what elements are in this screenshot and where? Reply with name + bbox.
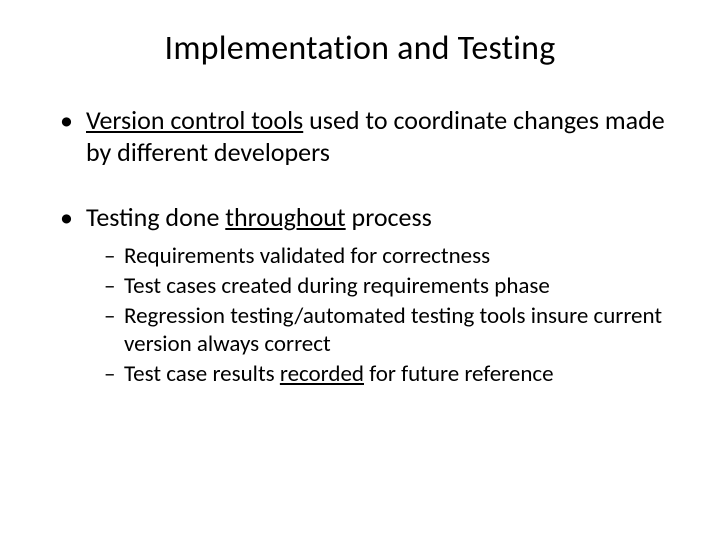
slide-title: Implementation and Testing — [50, 28, 670, 69]
sub-bullet-item: Requirements validated for correctness — [104, 242, 670, 270]
underlined-text: Version control tools — [86, 104, 303, 136]
sub-bullet-item: Test cases created during requirements p… — [104, 272, 670, 300]
sub-bullet-item: Regression testing/automated testing too… — [104, 302, 670, 358]
bullet-item: Version control tools used to coordinate… — [60, 105, 670, 168]
sub-bullet-text: for future reference — [364, 360, 554, 388]
underlined-text: throughout — [225, 201, 345, 233]
underlined-text: recorded — [280, 360, 364, 388]
sub-bullet-text: Test case results — [124, 360, 280, 388]
bullet-text: Testing done — [86, 201, 225, 233]
bullet-item: Testing done throughout process Requirem… — [60, 202, 670, 388]
slide: Implementation and Testing Version contr… — [0, 0, 720, 540]
bullet-text: process — [346, 201, 432, 233]
sub-bullet-list: Requirements validated for correctness T… — [86, 242, 670, 388]
sub-bullet-item: Test case results recorded for future re… — [104, 360, 670, 388]
bullet-list: Version control tools used to coordinate… — [50, 105, 670, 388]
